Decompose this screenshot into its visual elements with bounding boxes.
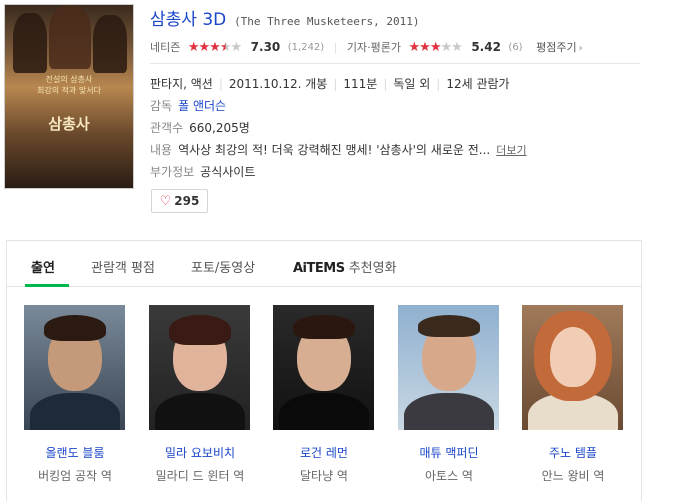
cast-role: 달타냥 역 bbox=[300, 469, 348, 483]
movie-poster[interactable]: 전설의 삼총사 최강의 적과 맞서다 삼총사 bbox=[4, 4, 134, 189]
cast-card[interactable]: 주노 템플 안느 왕비 역 bbox=[522, 305, 624, 484]
cast-photo[interactable] bbox=[24, 305, 125, 430]
cast-photo[interactable] bbox=[522, 305, 623, 430]
divider bbox=[150, 63, 640, 64]
director-link[interactable]: 폴 앤더슨 bbox=[178, 99, 226, 113]
rating-row: 네티즌 ★★★★★ 7.30 (1,242) | 기자·평론가 ★★★★★ 5.… bbox=[150, 39, 640, 55]
genre: 판타지, 액션 bbox=[150, 77, 213, 91]
rate-movie-button[interactable]: 평점주기 › bbox=[536, 39, 582, 55]
cast-card[interactable]: 매튜 맥퍼딘 아토스 역 bbox=[398, 305, 500, 484]
photo-hair bbox=[44, 315, 106, 341]
photo-body bbox=[404, 393, 494, 430]
star-icon: ★★★ bbox=[187, 39, 221, 55]
cast-card[interactable]: 밀라 요보비치 밀라디 드 윈터 역 bbox=[149, 305, 251, 484]
photo-hair bbox=[293, 315, 355, 339]
cast-role: 아토스 역 bbox=[425, 469, 473, 483]
critic-rating-label: 기자·평론가 bbox=[346, 41, 402, 54]
content-summary: 역사상 최강의 적! 더욱 강력해진 맹세! '삼총사'의 새로운 전... bbox=[178, 143, 491, 157]
audience-row: 관객수 660,205명 bbox=[150, 119, 250, 136]
cast-photo[interactable] bbox=[273, 305, 374, 430]
star-half-icon: ★ bbox=[219, 39, 232, 55]
extra-info-row: 부가정보 공식사이트 bbox=[150, 163, 255, 180]
photo-body bbox=[279, 393, 369, 430]
star-empty-icon: ★★ bbox=[440, 39, 463, 55]
movie-original-title: (The Three Musketeers, 2011) bbox=[234, 15, 420, 28]
photo-hair bbox=[169, 315, 231, 345]
cast-photo[interactable] bbox=[149, 305, 250, 430]
like-count: 295 bbox=[174, 194, 200, 208]
extra-label: 부가정보 bbox=[150, 165, 195, 179]
cast-name[interactable]: 매튜 맥퍼딘 bbox=[398, 444, 500, 461]
cast-name[interactable]: 로건 레먼 bbox=[273, 444, 375, 461]
age-rating: 12세 관람가 bbox=[446, 77, 510, 91]
photo-body bbox=[155, 393, 245, 430]
movie-title[interactable]: 삼총사 3D bbox=[150, 10, 226, 30]
divider: | bbox=[218, 77, 223, 91]
critic-score: 5.42 bbox=[471, 40, 501, 54]
tab-bar: 출연 관람객 평점 포토/동영상 AiTEMS 추천영화 bbox=[7, 241, 641, 287]
poster-title: 삼총사 bbox=[48, 115, 90, 133]
tab-cast[interactable]: 출연 bbox=[31, 257, 55, 276]
cast-role: 안느 왕비 역 bbox=[541, 469, 605, 483]
release-date: 2011.10.12. 개봉 bbox=[228, 77, 328, 91]
photo-body bbox=[30, 393, 120, 430]
director-row: 감독 폴 앤더슨 bbox=[150, 97, 226, 114]
poster-figure bbox=[49, 5, 91, 69]
audience-label: 관객수 bbox=[150, 121, 184, 135]
divider: | bbox=[333, 40, 338, 54]
photo-head bbox=[550, 327, 596, 387]
divider: | bbox=[333, 77, 338, 91]
netizen-score: 7.30 bbox=[250, 40, 281, 54]
netizen-rating-label: 네티즌 bbox=[150, 41, 181, 54]
cast-card[interactable]: 올랜도 블룸 버킹엄 공작 역 bbox=[24, 305, 126, 484]
tab-photo-video-label: 포토/동영상 bbox=[191, 261, 256, 276]
poster-tagline-1: 전설의 삼총사 bbox=[45, 75, 93, 84]
tab-recommended-label: 추천영화 bbox=[348, 261, 397, 276]
movie-title-row: 삼총사 3D (The Three Musketeers, 2011) bbox=[150, 5, 420, 30]
cast-name[interactable]: 올랜도 블룸 bbox=[24, 444, 126, 461]
rate-movie-label: 평점주기 bbox=[536, 41, 577, 54]
official-site-link[interactable]: 공식사이트 bbox=[200, 165, 255, 179]
poster-figure bbox=[13, 13, 47, 73]
audience-count: 660,205명 bbox=[189, 121, 250, 135]
critic-stars: ★★★★★ bbox=[408, 39, 463, 55]
director-label: 감독 bbox=[150, 99, 173, 113]
cast-name[interactable]: 밀라 요보비치 bbox=[149, 444, 251, 461]
divider: | bbox=[436, 77, 441, 91]
chevron-right-icon: › bbox=[578, 43, 583, 54]
country: 독일 외 bbox=[393, 77, 431, 91]
more-link[interactable]: 더보기 bbox=[496, 144, 526, 157]
poster-tagline-2: 최강의 적과 맞서다 bbox=[37, 86, 101, 95]
aitems-logo: AiTEMS bbox=[293, 261, 345, 276]
cast-photo[interactable] bbox=[398, 305, 499, 430]
critic-count: (6) bbox=[508, 41, 523, 53]
runtime: 111분 bbox=[343, 77, 378, 91]
poster-figure bbox=[93, 15, 127, 73]
cast-role: 밀라디 드 윈터 역 bbox=[155, 469, 245, 483]
cast-name[interactable]: 주노 템플 bbox=[522, 444, 624, 461]
cast-card[interactable]: 로건 레먼 달타냥 역 bbox=[273, 305, 375, 484]
active-tab-indicator bbox=[25, 284, 69, 287]
genre-row: 판타지, 액션 | 2011.10.12. 개봉 | 111분 | 독일 외 | 12세 관람가 bbox=[150, 75, 510, 92]
heart-icon: ♡ bbox=[159, 193, 172, 209]
tab-recommended[interactable]: AiTEMS 추천영화 bbox=[293, 257, 397, 276]
star-empty-icon: ★ bbox=[230, 39, 243, 55]
tab-audience-rating[interactable]: 관람객 평점 bbox=[91, 257, 155, 276]
content-label: 내용 bbox=[150, 143, 173, 157]
content-row: 내용 역사상 최강의 적! 더욱 강력해진 맹세! '삼총사'의 새로운 전...… bbox=[150, 141, 527, 158]
star-icon: ★★★ bbox=[408, 39, 442, 55]
netizen-stars: ★★★★★ bbox=[187, 39, 243, 55]
divider: | bbox=[383, 77, 388, 91]
tab-photo-video[interactable]: 포토/동영상 bbox=[191, 257, 255, 276]
cast-role: 버킹엄 공작 역 bbox=[38, 469, 112, 483]
photo-hair bbox=[418, 315, 480, 337]
like-button[interactable]: ♡ 295 bbox=[151, 189, 208, 213]
netizen-count: (1,242) bbox=[287, 41, 325, 53]
